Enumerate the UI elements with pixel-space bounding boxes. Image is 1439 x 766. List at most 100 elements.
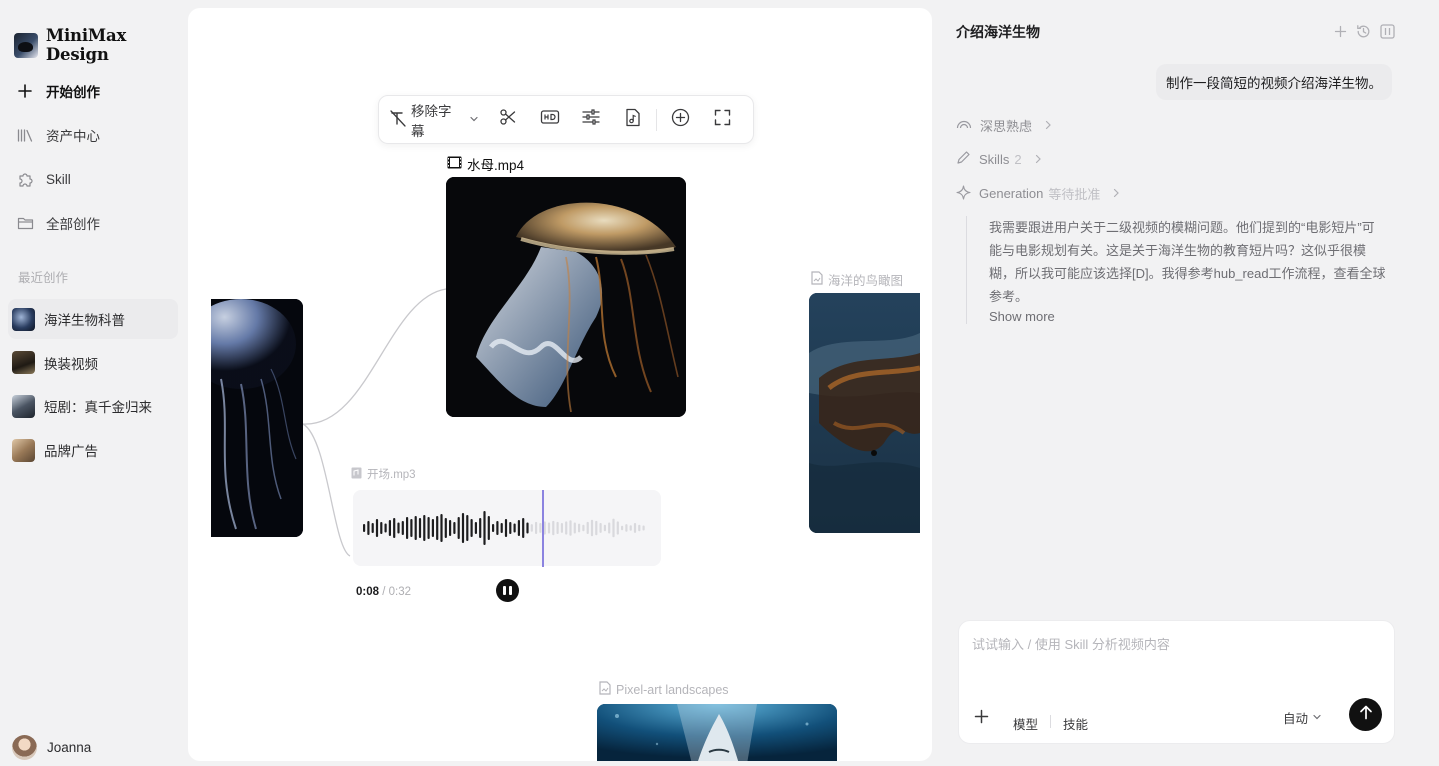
waveform-bar [449, 520, 452, 536]
recent-item[interactable]: 换装视频 [8, 343, 178, 383]
history-icon[interactable] [1356, 24, 1371, 44]
waveform-bar [535, 521, 538, 534]
audio-waveform-track[interactable] [353, 490, 661, 566]
waveform-bar [509, 522, 512, 534]
sliders-icon [582, 109, 601, 130]
film-icon [447, 156, 462, 172]
waveform-bar [470, 519, 473, 537]
waveform-bar [586, 521, 589, 534]
waveform-bar [603, 524, 606, 532]
waveform-bar [633, 523, 637, 533]
pause-button[interactable] [496, 579, 519, 602]
chevron-right-icon [1112, 186, 1120, 201]
fullscreen-button[interactable] [701, 104, 743, 136]
waveform-bar [444, 518, 447, 538]
waveform-bar [547, 522, 551, 534]
waveform-bar [638, 524, 641, 532]
audio-file-icon [351, 467, 362, 482]
waveform-bar [599, 523, 602, 533]
nav-skill-label: Skill [46, 171, 71, 187]
nav-new-creation[interactable]: 开始创作 [14, 69, 179, 113]
waveform-bar [363, 524, 366, 532]
recent-item[interactable]: 短剧：真千金归来 [8, 386, 178, 426]
waveform-bar [457, 517, 460, 539]
waveform-bar [397, 522, 400, 534]
waveform-bar [418, 518, 422, 538]
hd-icon [540, 109, 560, 130]
user-profile[interactable]: Joanna [12, 735, 91, 760]
aerial-node-title: 海洋的鸟瞰图 [828, 274, 904, 288]
recent-item[interactable]: 品牌广告 [8, 430, 178, 470]
audio-time: 0:08 / 0:32 [356, 586, 411, 598]
mode-select-value: 自动 [1283, 712, 1309, 726]
waveform-bar [517, 520, 520, 536]
waveform-bar [375, 519, 379, 537]
waveform-bar [371, 523, 374, 533]
jellyfish-video-thumbnail[interactable] [446, 177, 686, 417]
folder-icon [14, 216, 36, 230]
canvas[interactable]: 移除字幕 水母.mp4 海洋的鸟瞰图 开场.mp3 0:08 / 0:32 Pi… [188, 8, 932, 761]
chat-panel: 介绍海洋生物 制作一段简短的视频介绍海洋生物。 深思熟虑 Skills 2 Ge… [932, 0, 1439, 766]
step-generation-status: 等待批准 [1048, 187, 1101, 202]
hd-button[interactable] [529, 104, 571, 136]
nav-all-creations[interactable]: 全部创作 [14, 201, 179, 245]
waveform-bar [625, 524, 628, 532]
nav-new-creation-label: 开始创作 [46, 85, 100, 100]
shark-thumbnail[interactable] [597, 704, 837, 761]
recent-thumbnail [12, 438, 35, 462]
step-skills[interactable]: Skills 2 [956, 150, 1042, 168]
puzzle-icon [14, 171, 36, 188]
chevron-right-icon [1034, 152, 1042, 167]
waveform-bar [569, 520, 572, 536]
plus-icon [14, 84, 36, 98]
model-button[interactable]: 模型 [1013, 714, 1038, 733]
user-message-bubble: 制作一段简短的视频介绍海洋生物。 [1156, 64, 1392, 100]
scissors-button[interactable] [487, 104, 529, 136]
composer: 模型 技能 自动 [958, 620, 1395, 744]
composer-input[interactable] [972, 637, 1372, 652]
adjust-button[interactable] [570, 104, 612, 136]
user-message-text: 制作一段简短的视频介绍海洋生物。 [1166, 76, 1382, 91]
send-button[interactable] [1349, 698, 1382, 731]
new-chat-icon[interactable] [1334, 25, 1347, 43]
recent-item-label: 短剧：真千金归来 [44, 400, 152, 416]
remove-text-icon [389, 109, 407, 130]
recent-item[interactable]: 海洋生物科普 [8, 299, 178, 339]
waveform-bar [616, 521, 619, 535]
skill-button[interactable]: 技能 [1063, 714, 1088, 733]
recent-item-label: 换装视频 [44, 356, 98, 372]
chevron-down-icon [1312, 711, 1322, 725]
image-file-icon [811, 271, 823, 288]
mode-select[interactable]: 自动 [1283, 708, 1322, 727]
pause-icon-bar [503, 586, 506, 595]
chat-title: 介绍海洋生物 [956, 24, 1040, 40]
audio-playhead[interactable] [542, 490, 544, 567]
waveform-bar [388, 520, 391, 536]
waveform-bar [427, 517, 430, 539]
jellyfish-side-thumbnail[interactable] [211, 299, 303, 537]
waveform-bar [522, 518, 525, 538]
panel-toggle-icon[interactable] [1380, 24, 1395, 44]
attach-button[interactable] [971, 709, 991, 729]
nav-assets[interactable]: 资产中心 [14, 113, 179, 157]
step-deep-thinking[interactable]: 深思熟虑 [956, 116, 1052, 135]
show-more-link[interactable]: Show more [989, 309, 1386, 324]
arrow-up-icon [1359, 705, 1373, 725]
step-generation[interactable]: Generation 等待批准 [956, 184, 1120, 203]
audio-file-button[interactable] [612, 104, 654, 136]
waveform-bar [504, 519, 508, 537]
waveform-bar [423, 515, 426, 541]
waveform-bar [582, 524, 585, 532]
waveform-bar [384, 523, 387, 533]
waveform-bar [560, 523, 563, 533]
nav-skill[interactable]: Skill [14, 157, 179, 201]
waveform-bar [436, 516, 439, 540]
step-generation-label: Generation [979, 186, 1044, 201]
waveform-bar [401, 521, 404, 535]
recent-title: 最近创作 [18, 271, 69, 285]
remove-subtitles-button[interactable]: 移除字幕 [389, 104, 487, 139]
ocean-aerial-thumbnail[interactable] [809, 293, 920, 533]
add-node-button[interactable] [659, 104, 701, 136]
brand[interactable]: MiniMax Design [14, 26, 188, 64]
step-skills-label: Skills [979, 151, 1010, 167]
